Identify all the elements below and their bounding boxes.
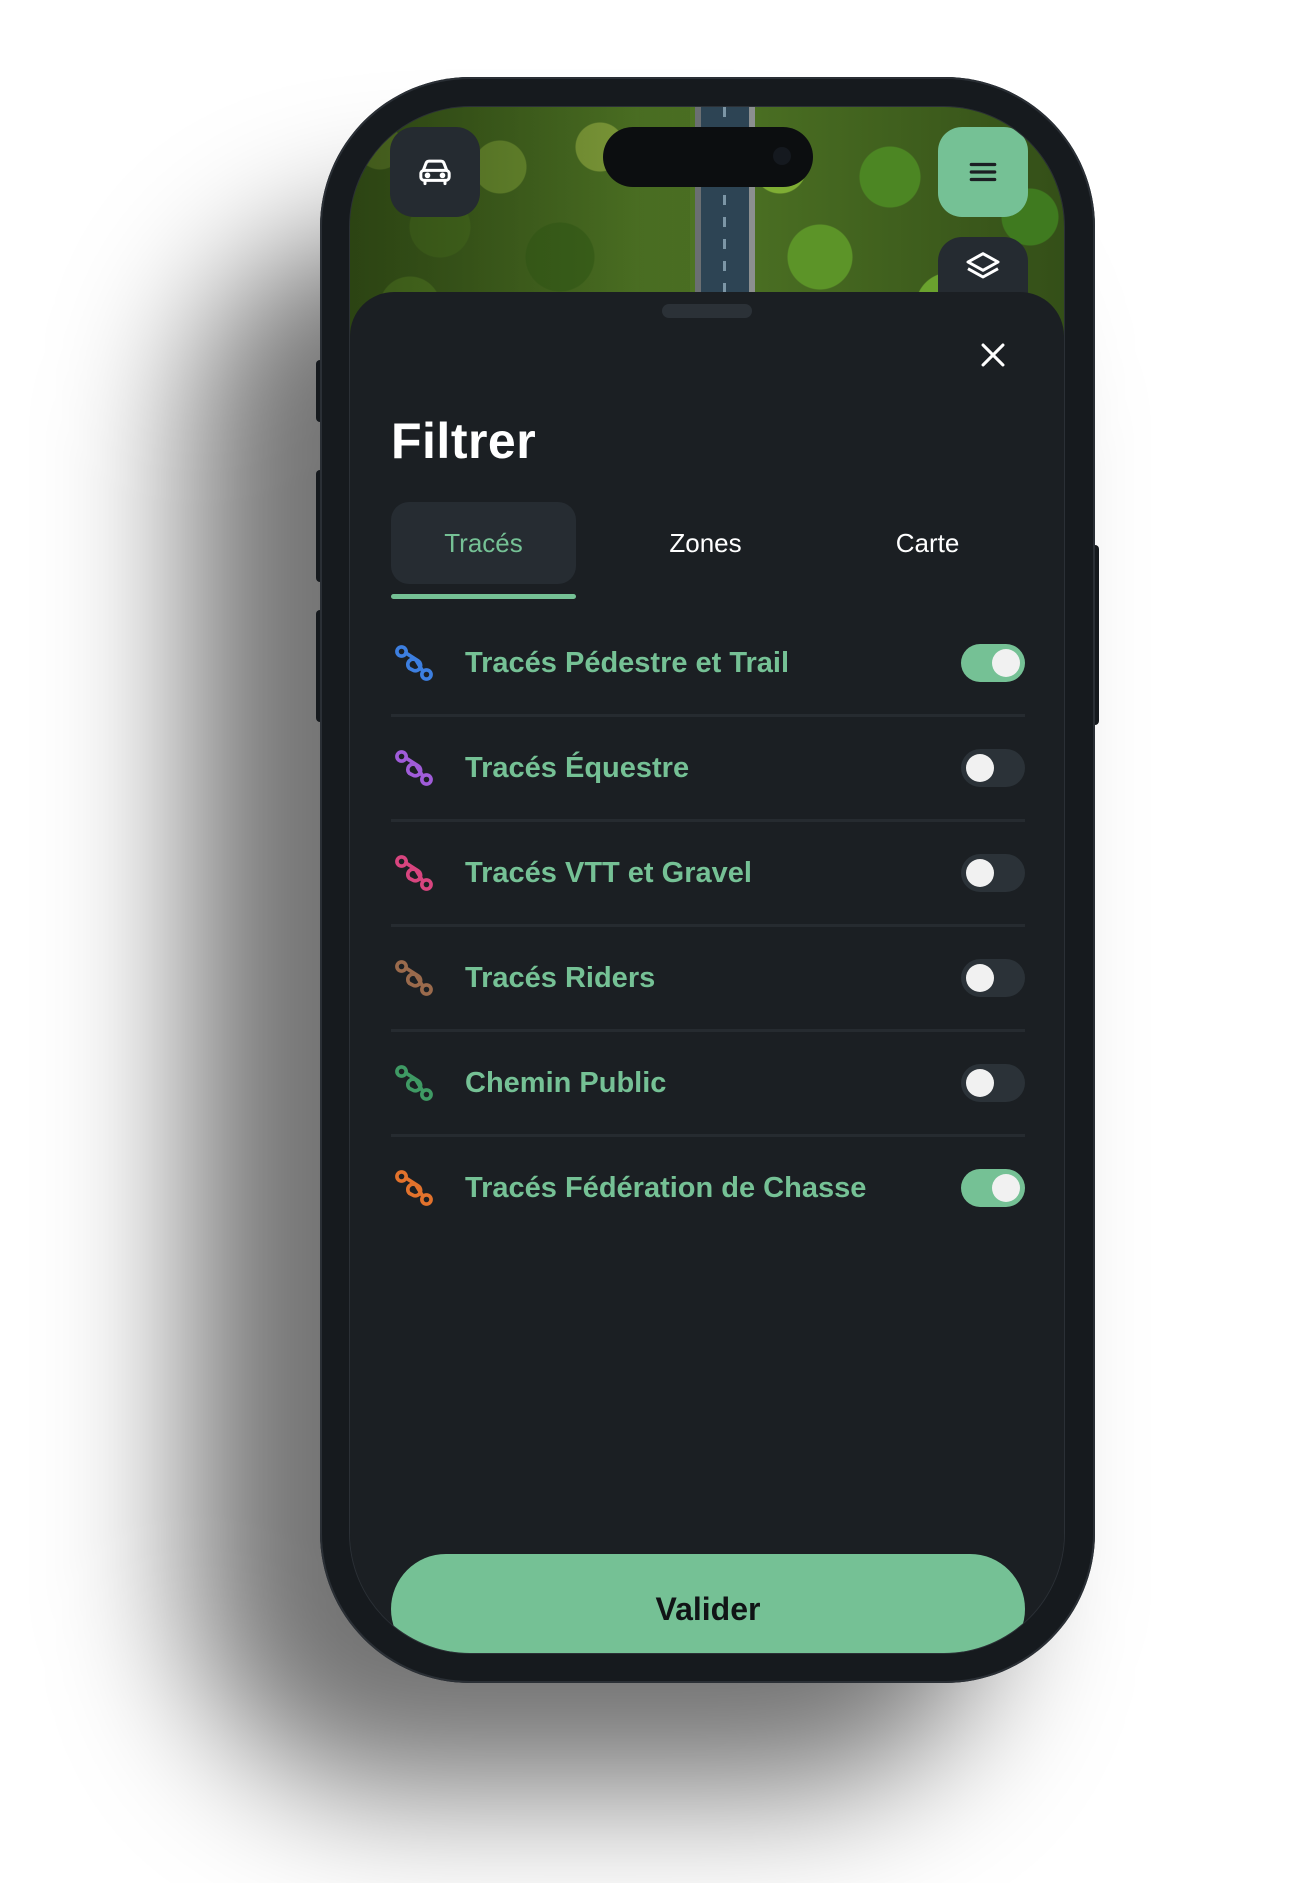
route-icon <box>395 645 433 681</box>
close-icon <box>981 343 1005 367</box>
toggle-knob <box>992 1174 1020 1202</box>
vehicle-mode-button[interactable] <box>390 127 480 217</box>
filter-label: Tracés Fédération de Chasse <box>465 1171 867 1204</box>
filter-sheet: Filtrer Tracés Zones Carte Tracés Pédest… <box>350 292 1064 1653</box>
filter-label: Tracés Équestre <box>465 751 690 784</box>
list-item[interactable]: Tracés Pédestre et Trail <box>391 612 1025 717</box>
list-item[interactable]: Tracés Fédération de Chasse <box>391 1137 1025 1239</box>
layers-icon <box>966 252 1000 279</box>
toggle-knob <box>966 964 994 992</box>
list-item[interactable]: Chemin Public <box>391 1032 1025 1137</box>
car-icon <box>419 159 451 186</box>
route-icon <box>395 960 433 996</box>
toggle-knob <box>992 649 1020 677</box>
validate-button[interactable]: Valider <box>391 1554 1025 1653</box>
filter-label: Chemin Public <box>465 1066 667 1099</box>
filter-tabs: Tracés Zones Carte <box>391 502 1025 602</box>
tab-traces[interactable]: Tracés <box>391 502 576 584</box>
list-item[interactable]: Tracés Riders <box>391 927 1025 1032</box>
toggle-knob <box>966 754 994 782</box>
list-item[interactable]: Tracés VTT et Gravel <box>391 822 1025 927</box>
hamburger-icon <box>969 162 997 182</box>
list-item[interactable]: Tracés Équestre <box>391 717 1025 822</box>
active-tab-indicator <box>391 594 576 599</box>
menu-button[interactable] <box>938 127 1028 217</box>
tab-carte[interactable]: Carte <box>835 502 1020 584</box>
filter-toggle[interactable] <box>961 749 1025 787</box>
close-button[interactable] <box>970 332 1016 378</box>
filter-list: Tracés Pédestre et Trail Tracés Équestre <box>391 612 1025 1239</box>
filter-toggle[interactable] <box>961 1169 1025 1207</box>
toggle-knob <box>966 1069 994 1097</box>
filter-toggle[interactable] <box>961 644 1025 682</box>
route-icon <box>395 1065 433 1101</box>
filter-label: Tracés Riders <box>465 961 656 994</box>
phone-frame: Filtrer Tracés Zones Carte Tracés Pédest… <box>320 77 1095 1683</box>
dynamic-island <box>603 127 813 187</box>
filter-label: Tracés VTT et Gravel <box>465 856 752 889</box>
route-icon <box>395 1170 433 1206</box>
filter-toggle[interactable] <box>961 1064 1025 1102</box>
route-icon <box>395 855 433 891</box>
phone-screen: Filtrer Tracés Zones Carte Tracés Pédest… <box>350 107 1064 1653</box>
camera-icon <box>773 147 791 165</box>
page-title: Filtrer <box>391 413 537 469</box>
sheet-drag-handle[interactable] <box>662 304 752 318</box>
filter-toggle[interactable] <box>961 854 1025 892</box>
toggle-knob <box>966 859 994 887</box>
filter-toggle[interactable] <box>961 959 1025 997</box>
filter-label: Tracés Pédestre et Trail <box>465 646 790 679</box>
tab-zones[interactable]: Zones <box>613 502 798 584</box>
mockup-stage: Filtrer Tracés Zones Carte Tracés Pédest… <box>0 0 1300 1883</box>
route-icon <box>395 750 433 786</box>
